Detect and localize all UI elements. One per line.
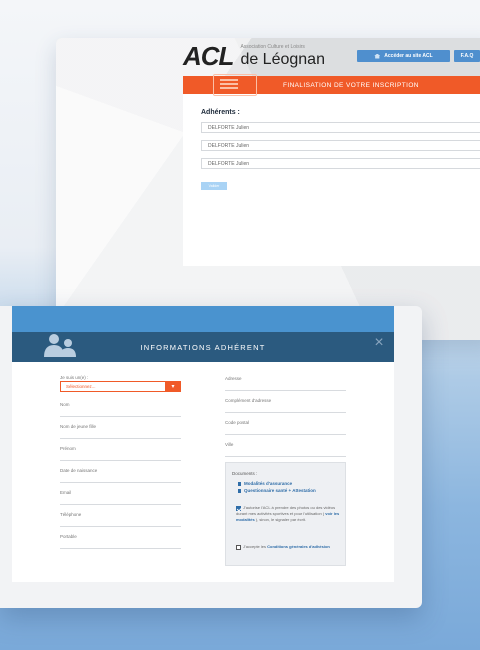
input-nom-jeune-fille[interactable]	[60, 438, 181, 439]
field-label-date-naissance: Date de naissance	[60, 468, 98, 473]
field-label-prenom: Prénom	[60, 446, 76, 451]
registration-panel: FINALISATION DE VOTRE INSCRIPTION Adhére…	[183, 74, 480, 266]
link-questionnaire-label: Questionnaire santé + Attestation	[244, 488, 316, 493]
input-complement[interactable]	[225, 412, 346, 413]
form-icon	[213, 74, 257, 96]
modal-top-strip	[12, 306, 394, 332]
adherent-row[interactable]: DELFORTE Julien	[201, 122, 480, 133]
input-date-naissance[interactable]	[60, 482, 181, 483]
member-type-select[interactable]: Sélectionnez... ▾	[60, 381, 181, 392]
logo-acl-text: ACL	[183, 40, 234, 71]
cg-consent-text: J'accepte les Conditions générales d'adh…	[236, 544, 342, 550]
link-assurance[interactable]: Modalités d'assurance	[238, 481, 292, 486]
submit-button[interactable]: Valider	[201, 182, 227, 190]
conditions-link[interactable]: Conditions générales d'adhésion	[267, 544, 330, 549]
adherent-row[interactable]: DELFORTE Julien	[201, 140, 480, 151]
field-label-complement: Complément d'adresse	[225, 398, 272, 403]
adherents-title: Adhérents :	[201, 109, 240, 116]
document-icon	[238, 488, 241, 493]
photo-consent-post: ), sinon, le signaler par écrit.	[254, 517, 307, 522]
document-icon	[238, 481, 241, 486]
member-type-label: Je suis un(e) :	[60, 375, 89, 380]
people-icon	[44, 334, 76, 357]
faq-button[interactable]: F.A.Q	[454, 50, 480, 62]
input-nom[interactable]	[60, 416, 181, 417]
photo-consent-text: J'autorise l'ACL à prendre des photos ou…	[236, 505, 342, 523]
field-label-telephone: Téléphone	[60, 512, 82, 517]
cg-consent-pre: J'accepte les	[243, 544, 268, 549]
field-label-nom: Nom	[60, 402, 70, 407]
input-code-postal[interactable]	[225, 434, 346, 435]
logo-city: de Léognan	[240, 50, 325, 68]
documents-box: Documents : Modalités d'assurance Questi…	[225, 462, 346, 566]
adherent-row[interactable]: DELFORTE Julien	[201, 158, 480, 169]
banner-title: FINALISATION DE VOTRE INSCRIPTION	[283, 81, 419, 89]
input-email[interactable]	[60, 504, 181, 505]
access-site-label: Accéder au site ACL	[384, 53, 433, 59]
field-label-email: Email	[60, 490, 72, 495]
field-label-code-postal: Code postal	[225, 420, 250, 425]
modal-title-text: INFORMATIONS ADHÉRENT	[140, 342, 266, 352]
input-adresse[interactable]	[225, 390, 346, 391]
chevron-down-icon: ▾	[165, 381, 181, 392]
home-icon	[374, 53, 381, 59]
input-prenom[interactable]	[60, 460, 181, 461]
input-telephone[interactable]	[60, 526, 181, 527]
access-site-button[interactable]: Accéder au site ACL	[357, 50, 450, 62]
photo-consent-pre: J'autorise l'ACL à prendre des photos ou…	[236, 505, 336, 516]
field-label-ville: Ville	[225, 442, 234, 447]
field-label-nom-jeune-fille: Nom de jeune fille	[60, 424, 97, 429]
faq-label: F.A.Q	[460, 53, 474, 59]
field-label-adresse: Adresse	[225, 376, 242, 381]
member-type-value: Sélectionnez...	[66, 384, 96, 389]
documents-title: Documents :	[232, 471, 258, 476]
input-portable[interactable]	[60, 548, 181, 549]
input-ville[interactable]	[225, 456, 346, 457]
close-icon[interactable]: ×	[372, 335, 386, 351]
link-questionnaire[interactable]: Questionnaire santé + Attestation	[238, 488, 316, 493]
logo-tagline: Association Culture et Loisirs	[240, 43, 305, 50]
field-label-portable: Portable	[60, 534, 77, 539]
finalisation-banner: FINALISATION DE VOTRE INSCRIPTION	[183, 74, 480, 96]
link-assurance-label: Modalités d'assurance	[244, 481, 293, 486]
